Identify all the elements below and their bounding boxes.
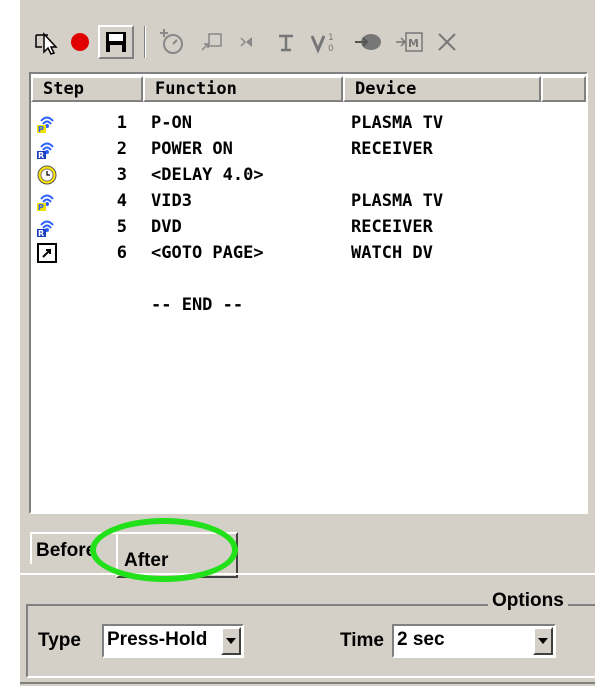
ir-signal-icon-r: R	[37, 139, 57, 160]
chevron-down-icon[interactable]	[533, 627, 553, 655]
device-icon[interactable]	[350, 25, 386, 59]
options-group-label: Options	[488, 590, 568, 612]
ir-signal-icon-p: P	[37, 191, 57, 212]
step-number: 4	[116, 191, 127, 211]
device-name: RECEIVER	[351, 217, 433, 237]
list-item[interactable]: 6 <GOTO PAGE> WATCH DV	[31, 240, 586, 266]
variable-icon[interactable]: 10	[308, 25, 344, 59]
type-select-value: Press-Hold	[107, 629, 208, 650]
type-label: Type	[38, 630, 81, 651]
device-name: PLASMA TV	[351, 191, 444, 211]
function-name: DVD	[151, 217, 182, 237]
macro-icon[interactable]: M	[392, 25, 426, 59]
list-item[interactable]: R 2 POWER ON RECEIVER	[31, 136, 586, 162]
svg-text:P: P	[38, 125, 44, 133]
record-icon[interactable]	[66, 25, 94, 59]
list-item[interactable]: P 4 VID3 PLASMA TV	[31, 188, 586, 214]
step-number: 6	[116, 243, 127, 263]
clock-icon	[37, 165, 57, 185]
time-select[interactable]: 2 sec	[392, 624, 556, 658]
step-number: 5	[116, 217, 127, 237]
svg-text:0: 0	[328, 44, 334, 54]
function-name: <GOTO PAGE>	[151, 243, 264, 263]
ir-signal-icon-r: R	[37, 217, 57, 238]
end-marker: -- END --	[151, 295, 244, 315]
list-item[interactable]: R 5 DVD RECEIVER	[31, 214, 586, 240]
add-ir-icon[interactable]	[156, 25, 186, 59]
panel-bottom-border	[20, 682, 595, 684]
device-name: WATCH DV	[351, 243, 433, 263]
jump-icon[interactable]	[196, 25, 226, 59]
list-item[interactable]: 3 <DELAY 4.0>	[31, 162, 586, 188]
column-header-empty	[541, 76, 586, 102]
svg-text:P: P	[38, 203, 44, 211]
device-name: PLASMA TV	[351, 113, 444, 133]
sound-icon[interactable]	[234, 25, 262, 59]
step-number: 1	[116, 113, 127, 133]
ir-signal-icon-p: P	[37, 113, 57, 134]
step-number: 3	[116, 165, 127, 185]
function-name: VID3	[151, 191, 192, 211]
device-name: RECEIVER	[351, 139, 433, 159]
list-item[interactable]: P 1 P-ON PLASMA TV	[31, 110, 586, 136]
column-header-device[interactable]: Device	[343, 76, 541, 102]
svg-text:1: 1	[328, 33, 334, 43]
function-name: <DELAY 4.0>	[151, 165, 264, 185]
end-marker-row: -- END --	[31, 292, 586, 318]
time-label: Time	[340, 630, 385, 651]
highlight-circle	[90, 518, 238, 582]
save-icon[interactable]	[98, 25, 134, 59]
column-header-function[interactable]: Function	[143, 76, 343, 102]
goto-icon	[37, 243, 57, 263]
svg-text:R: R	[38, 229, 44, 237]
type-select[interactable]: Press-Hold	[102, 624, 244, 658]
step-number: 2	[116, 139, 127, 159]
function-name: POWER ON	[151, 139, 233, 159]
toolbar-separator	[144, 26, 146, 58]
time-select-value: 2 sec	[397, 629, 445, 650]
chevron-down-icon[interactable]	[221, 627, 241, 655]
pointer-icon[interactable]	[30, 25, 64, 59]
delete-icon[interactable]	[432, 25, 462, 59]
svg-text:M: M	[408, 37, 419, 50]
svg-text:R: R	[38, 151, 44, 159]
step-list[interactable]: Step Function Device P 1 P-ON PLASMA TV R 2 PO…	[29, 72, 588, 514]
text-icon[interactable]	[272, 25, 300, 59]
function-name: P-ON	[151, 113, 192, 133]
tab-body-border	[20, 573, 595, 575]
column-header-step[interactable]: Step	[31, 76, 143, 102]
toolbar: 10 M	[20, 22, 595, 62]
